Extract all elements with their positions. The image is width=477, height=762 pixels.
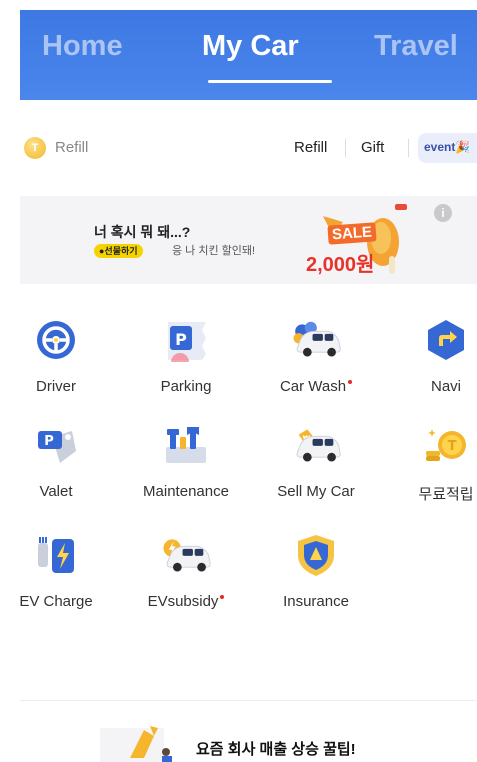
service-label: 무료적립 <box>418 486 474 503</box>
section-divider <box>20 700 477 701</box>
refill-balance-label[interactable]: Refill <box>55 139 88 156</box>
active-tab-indicator <box>208 80 332 83</box>
service-free-points[interactable]: T 무료적립 <box>386 423 477 523</box>
service-insurance[interactable]: Insurance <box>256 533 376 633</box>
svg-text:P: P <box>175 330 187 349</box>
divider <box>408 139 409 157</box>
promo-headline[interactable]: 요즘 회사 매출 상승 꿀팁! <box>196 738 356 759</box>
divider <box>345 139 346 157</box>
navigation-icon <box>428 320 464 360</box>
service-ev-subsidy[interactable]: EVsubsidy <box>126 533 246 633</box>
new-dot-badge <box>220 595 225 599</box>
svg-text:P: P <box>44 434 54 449</box>
service-label: Car Wash <box>256 378 376 395</box>
coin-icon <box>24 137 46 159</box>
sale-price: 2,000원 <box>306 254 375 276</box>
tab-my-car[interactable]: My Car <box>202 30 299 63</box>
service-sell-my-car[interactable]: ₩ Sell My Car <box>256 423 376 523</box>
car-wash-icon <box>293 321 341 357</box>
service-parking[interactable]: P Parking <box>126 318 246 418</box>
ev-subsidy-car-icon <box>163 539 211 572</box>
service-label: Insurance <box>283 593 349 610</box>
refill-link[interactable]: Refill <box>294 139 327 156</box>
service-label: Navi <box>430 378 461 395</box>
service-label: EVsubsidy <box>126 593 246 610</box>
banner-title: 너 혹시 뭐 돼...? <box>94 224 191 240</box>
refill-row: Refill Refill Gift event🎉 <box>0 130 477 166</box>
event-button[interactable]: event🎉 <box>418 133 477 163</box>
service-ev-charge[interactable]: EV Charge <box>0 533 116 633</box>
service-driver[interactable]: Driver <box>0 318 116 418</box>
tab-travel[interactable]: Travel <box>374 30 458 63</box>
promo-banner[interactable]: 너 혹시 뭐 돼...? ●선물하기 응 나 치킨 할인돼! SALE 2,00… <box>20 196 477 284</box>
service-label: Maintenance <box>143 483 229 500</box>
ev-charger-icon <box>38 537 74 573</box>
service-navi[interactable]: Navi <box>386 318 477 418</box>
valet-tag-icon: P <box>38 431 76 463</box>
top-nav: Home My Car Travel <box>20 10 477 100</box>
coin-stack-icon: T <box>426 429 466 461</box>
toolbox-icon <box>166 427 206 463</box>
rocket-illustration <box>100 726 172 762</box>
service-label: Sell My Car <box>277 483 355 500</box>
service-label: Valet <box>39 483 73 500</box>
service-valet[interactable]: P Valet <box>0 423 116 523</box>
service-label: Parking <box>160 378 212 395</box>
car-sell-icon: ₩ <box>296 429 341 462</box>
tab-home[interactable]: Home <box>42 30 123 63</box>
svg-text:T: T <box>448 439 457 454</box>
gift-pill-badge: ●선물하기 <box>94 244 143 258</box>
service-label: Driver <box>36 378 76 395</box>
service-maintenance[interactable]: Maintenance <box>126 423 246 523</box>
party-popper-icon: 🎉 <box>455 140 471 154</box>
new-dot-badge <box>348 380 353 384</box>
shield-icon <box>298 535 334 576</box>
steering-wheel-icon <box>37 321 75 359</box>
gift-link[interactable]: Gift <box>361 139 384 156</box>
parking-ticket-icon: P <box>168 322 206 362</box>
sale-label: SALE <box>327 222 377 245</box>
service-label: EV Charge <box>19 593 93 610</box>
info-icon[interactable]: i <box>434 204 452 222</box>
service-car-wash[interactable]: Car Wash <box>256 318 376 418</box>
event-label: event <box>424 140 456 154</box>
banner-subtitle: 응 나 치킨 할인돼! <box>172 245 256 257</box>
